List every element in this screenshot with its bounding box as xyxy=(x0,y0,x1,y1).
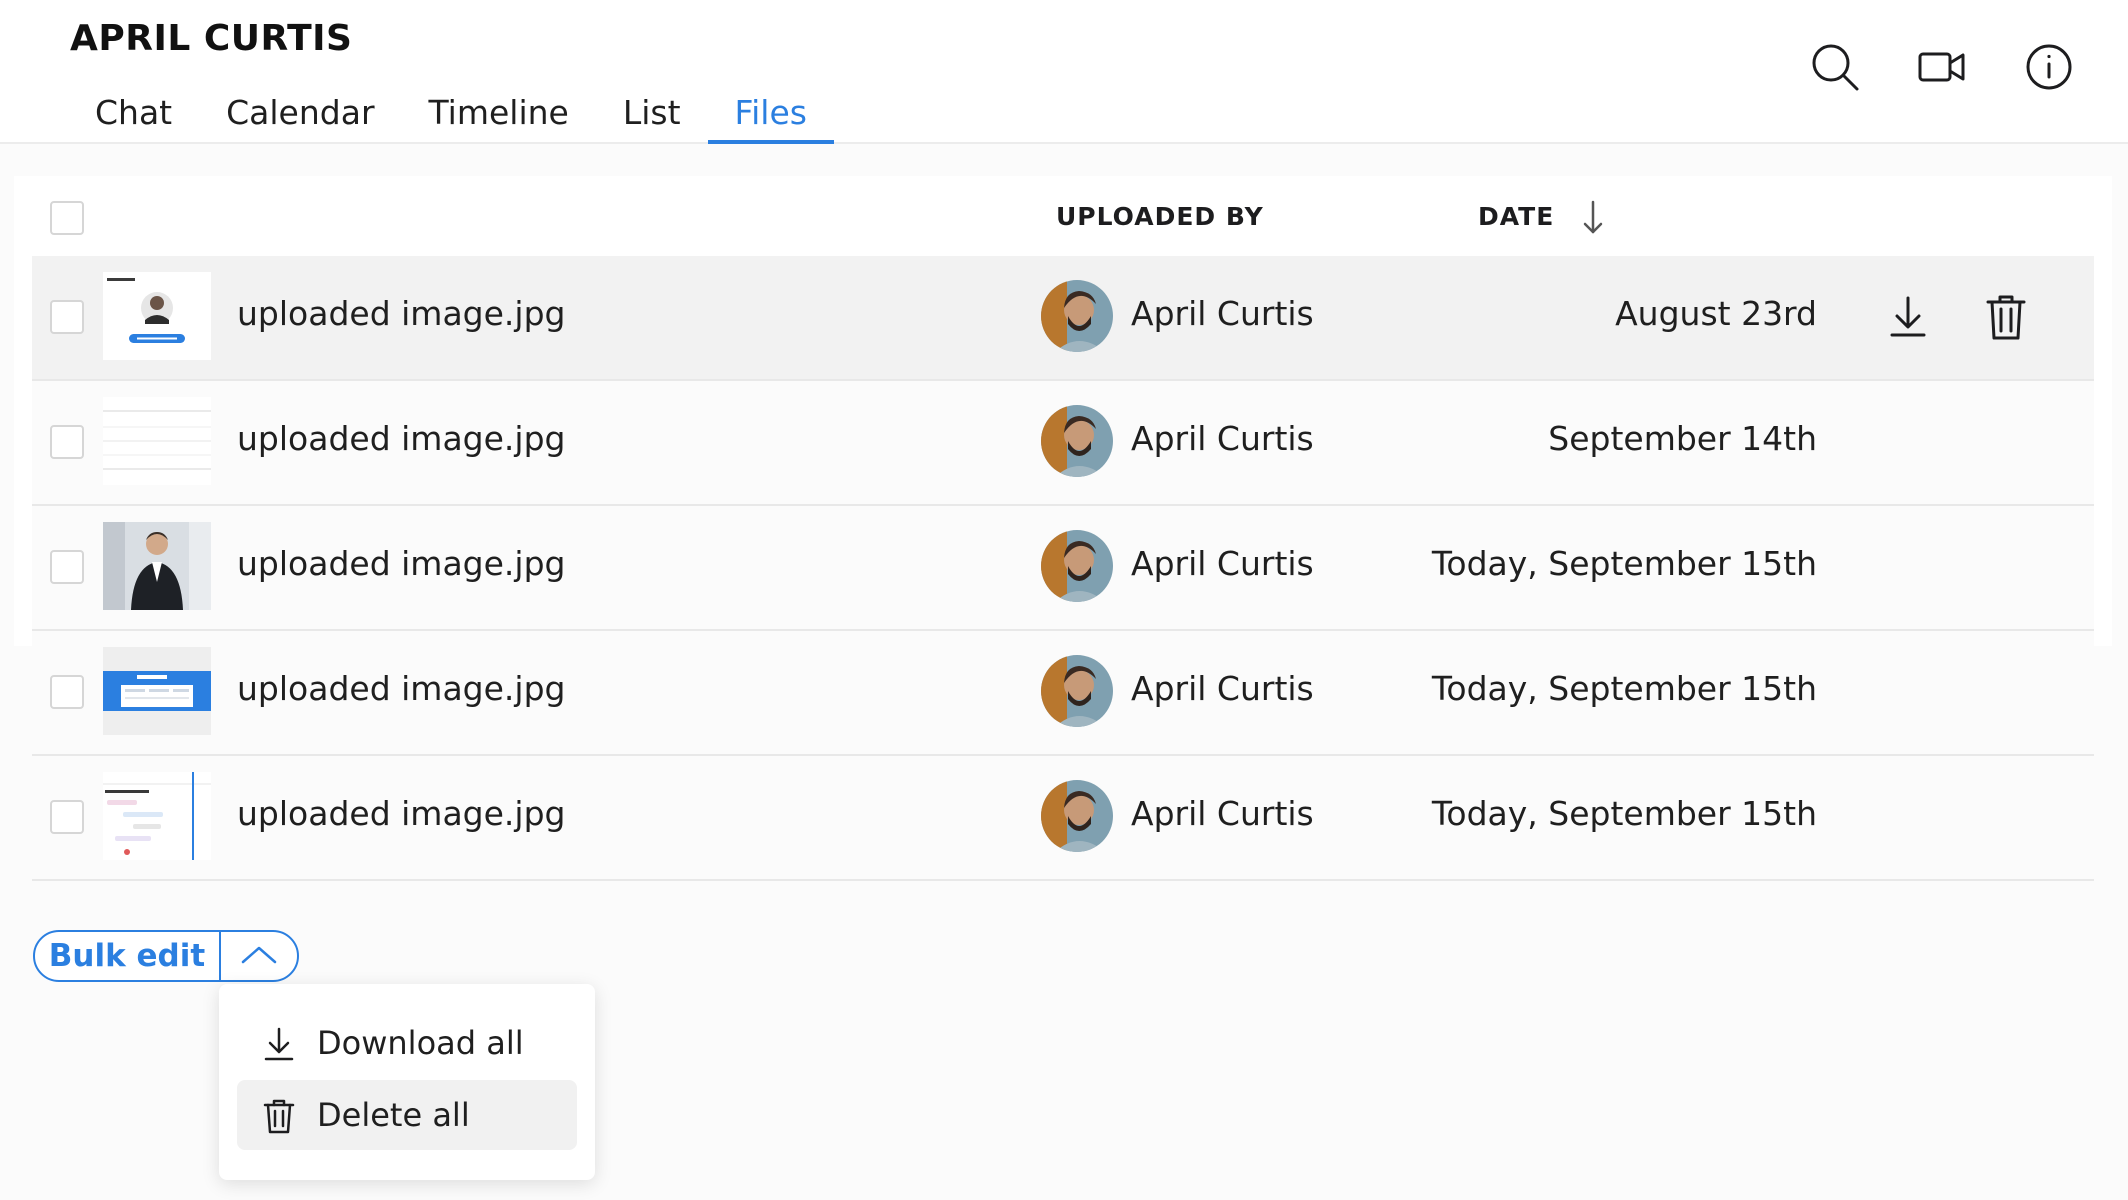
tab-list[interactable]: List xyxy=(596,88,708,142)
table-row[interactable]: uploaded image.jpg April Curtis Septembe… xyxy=(32,381,2094,506)
avatar xyxy=(1041,405,1113,477)
row-checkbox[interactable] xyxy=(50,800,84,834)
menu-item-download-all[interactable]: Download all xyxy=(237,1008,577,1078)
file-thumbnail xyxy=(103,397,211,485)
row-checkbox[interactable] xyxy=(50,550,84,584)
file-name[interactable]: uploaded image.jpg xyxy=(237,294,565,333)
file-name[interactable]: uploaded image.jpg xyxy=(237,794,565,833)
avatar xyxy=(1041,780,1113,852)
file-name[interactable]: uploaded image.jpg xyxy=(237,419,565,458)
arrow-down-icon[interactable] xyxy=(1578,198,1608,236)
row-checkbox[interactable] xyxy=(50,675,84,709)
download-icon xyxy=(264,1027,294,1061)
download-icon[interactable] xyxy=(1884,292,1932,342)
file-thumbnail xyxy=(103,772,211,860)
uploader-name: April Curtis xyxy=(1131,669,1314,708)
file-name[interactable]: uploaded image.jpg xyxy=(237,669,565,708)
bulk-edit-menu: Download all Delete all xyxy=(219,984,595,1180)
menu-item-delete-all[interactable]: Delete all xyxy=(237,1080,577,1150)
table-row[interactable]: uploaded image.jpg April Curtis August 2… xyxy=(32,256,2094,381)
upload-date: Today, September 15th xyxy=(1431,669,1817,708)
tab-bar: Chat Calendar Timeline List Files xyxy=(68,88,835,144)
search-icon[interactable] xyxy=(1808,40,1862,94)
avatar xyxy=(1041,655,1113,727)
upload-date: September 14th xyxy=(1548,419,1817,458)
table-row[interactable]: uploaded image.jpg April Curtis Today, S… xyxy=(32,631,2094,756)
channel-title: APRIL CURTIS xyxy=(70,18,353,59)
row-checkbox[interactable] xyxy=(50,425,84,459)
avatar xyxy=(1041,280,1113,352)
tab-timeline[interactable]: Timeline xyxy=(402,88,596,142)
uploader-name: April Curtis xyxy=(1131,419,1314,458)
file-rows: uploaded image.jpg April Curtis August 2… xyxy=(32,256,2094,881)
info-icon[interactable] xyxy=(2022,40,2076,94)
tab-chat[interactable]: Chat xyxy=(68,88,199,142)
tab-calendar[interactable]: Calendar xyxy=(199,88,401,142)
uploader-name: April Curtis xyxy=(1131,544,1314,583)
avatar xyxy=(1041,530,1113,602)
uploader-name: April Curtis xyxy=(1131,794,1314,833)
upload-date: Today, September 15th xyxy=(1431,794,1817,833)
trash-icon xyxy=(263,1099,295,1134)
column-uploaded-by[interactable]: UPLOADED BY xyxy=(1056,202,1264,231)
row-checkbox[interactable] xyxy=(50,300,84,334)
channel-header: APRIL CURTIS Chat Calendar Timeline List… xyxy=(0,0,2128,144)
column-date[interactable]: DATE xyxy=(1478,202,1554,231)
bulk-edit-split-button: Bulk edit xyxy=(33,930,299,982)
upload-date: Today, September 15th xyxy=(1431,544,1817,583)
trash-icon[interactable] xyxy=(1982,292,2030,342)
file-thumbnail xyxy=(103,647,211,735)
file-thumbnail xyxy=(103,522,211,610)
menu-item-label: Delete all xyxy=(317,1096,470,1134)
table-row[interactable]: uploaded image.jpg April Curtis Today, S… xyxy=(32,506,2094,631)
chevron-up-icon[interactable] xyxy=(221,932,297,980)
bulk-edit-button[interactable]: Bulk edit xyxy=(35,932,219,980)
upload-date: August 23rd xyxy=(1615,294,1817,333)
table-header: UPLOADED BY DATE xyxy=(32,176,2094,258)
file-thumbnail xyxy=(103,272,211,360)
select-all-checkbox[interactable] xyxy=(50,201,84,235)
tab-files[interactable]: Files xyxy=(707,88,835,144)
uploader-name: April Curtis xyxy=(1131,294,1314,333)
menu-item-label: Download all xyxy=(317,1024,524,1062)
file-name[interactable]: uploaded image.jpg xyxy=(237,544,565,583)
table-row[interactable]: uploaded image.jpg April Curtis Today, S… xyxy=(32,756,2094,881)
video-camera-icon[interactable] xyxy=(1915,40,1969,94)
